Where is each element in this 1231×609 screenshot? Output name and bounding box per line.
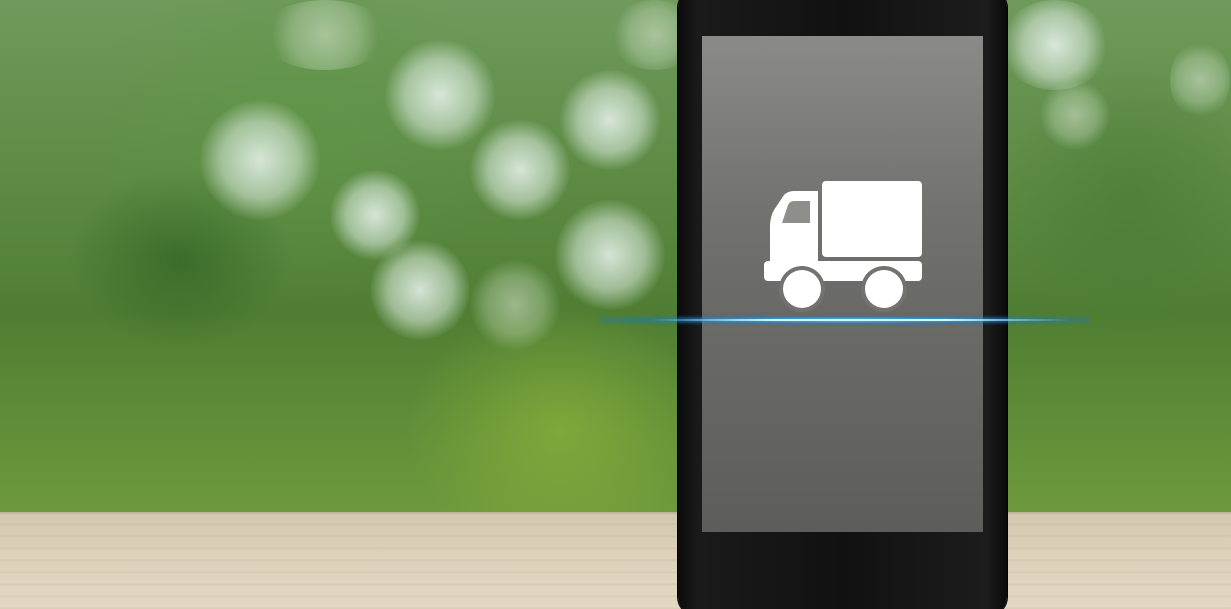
bokeh-light — [560, 70, 660, 170]
bokeh-light — [200, 100, 320, 220]
smartphone — [678, 0, 1007, 609]
bokeh-light — [370, 240, 470, 340]
phone-screen — [702, 36, 983, 532]
bokeh-light — [1040, 80, 1110, 150]
bokeh-light — [470, 120, 570, 220]
bokeh-light — [1000, 0, 1110, 90]
bokeh-light — [470, 260, 560, 350]
bokeh-light — [385, 40, 495, 150]
screen-lower-half — [702, 321, 983, 532]
photo-scene — [0, 0, 1231, 609]
bokeh-light — [1170, 40, 1230, 120]
bokeh-light — [260, 0, 390, 70]
truck-icon — [764, 181, 922, 312]
wooden-table — [0, 514, 1231, 609]
blurred-foliage-background — [0, 0, 1231, 520]
bokeh-light — [555, 200, 665, 310]
blue-scan-line-core — [650, 319, 1070, 321]
